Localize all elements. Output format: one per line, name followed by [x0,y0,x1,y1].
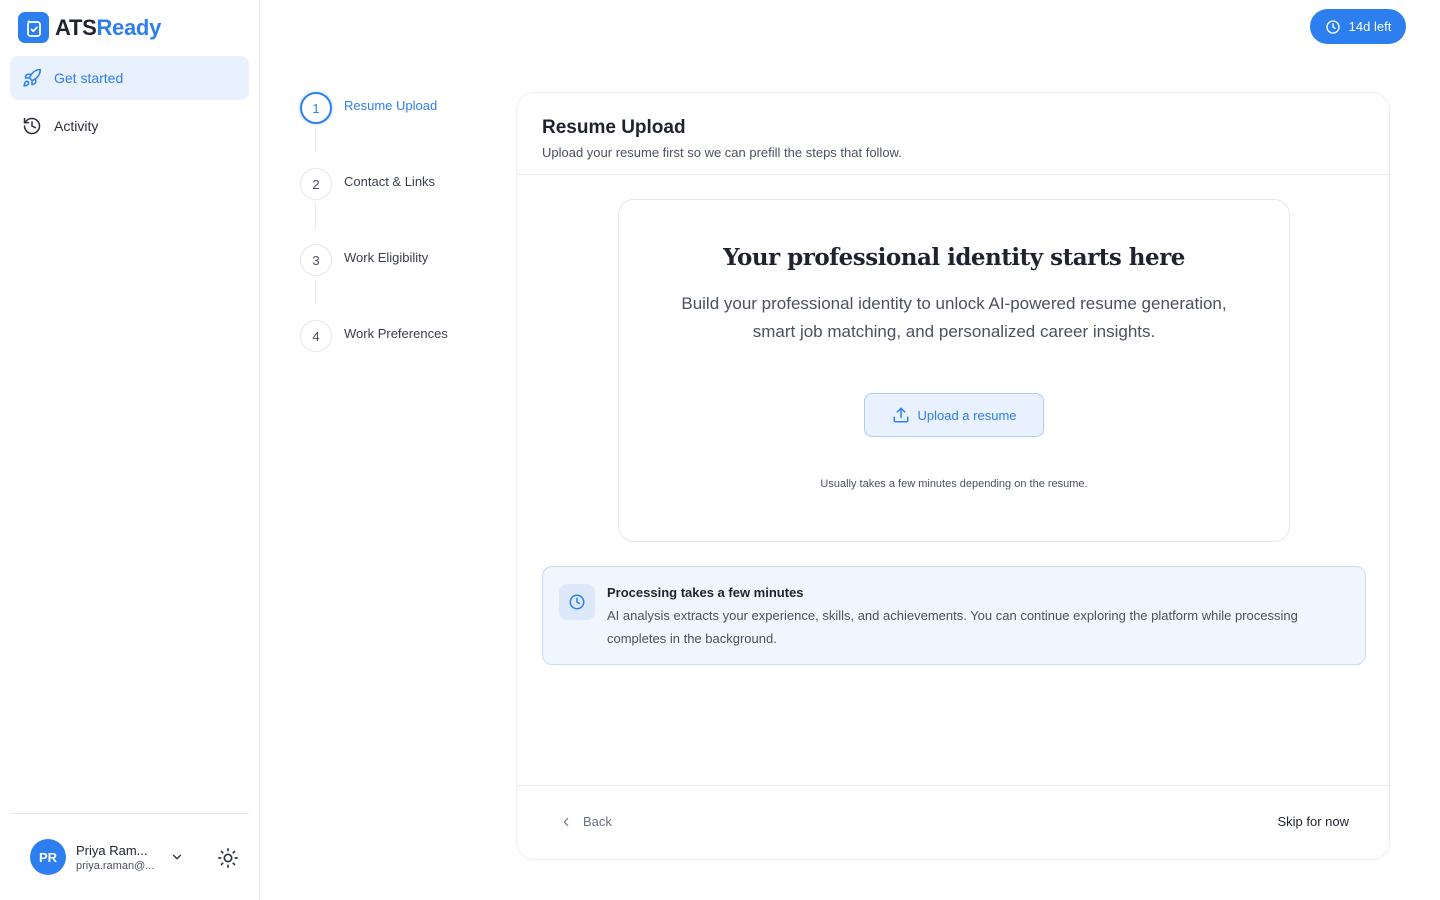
app-name: ATSReady [55,14,162,40]
history-icon [23,117,41,135]
step-connector [315,204,316,228]
user-info: Priya Ram... priya.raman@... [76,843,156,872]
upload-icon [893,407,908,423]
processing-info-banner: Processing takes a few minutes AI analys… [542,566,1366,665]
rocket-icon [23,68,42,87]
user-menu[interactable]: PR Priya Ram... priya.raman@... [30,839,184,875]
logo-mark-icon [18,12,49,43]
sidebar-nav: Get started Activity [10,56,249,152]
step-label: Work Eligibility [344,250,429,265]
info-text: AI analysis extracts your experience, sk… [607,608,1298,646]
upload-time-note: Usually takes a few minutes depending on… [820,478,1088,490]
back-label: Back [583,814,612,829]
upload-resume-button[interactable]: Upload a resume [864,393,1044,437]
sun-icon [218,848,238,868]
user-email: priya.raman@... [76,859,155,872]
chevron-left-icon [563,817,569,826]
chevron-down-icon [172,854,182,860]
info-title: Processing takes a few minutes [607,585,804,600]
trial-label: 14d left [1348,19,1392,34]
sidebar: ATSReady Get started Activity PR Priya R… [0,0,260,900]
step-label: Contact & Links [344,174,436,189]
upload-panel: Your professional identity starts here B… [618,199,1290,542]
step-number: 3 [300,244,332,276]
card-footer: Back Skip for now [517,785,1389,859]
sidebar-item-label: Activity [54,118,99,134]
step-number: 1 [300,92,332,124]
sidebar-item-label: Get started [54,70,124,86]
page-subtitle: Upload your resume first so we can prefi… [542,145,902,160]
step-label: Resume Upload [344,98,438,113]
step-contact-links[interactable]: 2 Contact & Links [300,168,500,244]
hero-title: Your professional identity starts here [723,244,1185,271]
sidebar-item-activity[interactable]: Activity [10,104,249,148]
step-resume-upload[interactable]: 1 Resume Upload [300,92,500,168]
skip-button[interactable]: Skip for now [1277,814,1349,829]
step-work-preferences[interactable]: 4 Work Preferences [300,320,500,396]
theme-toggle-button[interactable] [217,847,239,869]
app-logo[interactable]: ATSReady [18,12,161,43]
sidebar-footer: PR Priya Ram... priya.raman@... [10,813,249,900]
onboarding-stepper: 1 Resume Upload 2 Contact & Links 3 Work… [300,92,500,396]
card-header: Resume Upload Upload your resume first s… [517,93,1389,175]
clock-icon [559,584,595,620]
step-label: Work Preferences [344,326,448,341]
step-connector [315,280,316,304]
avatar: PR [30,839,66,875]
step-number: 2 [300,168,332,200]
sidebar-item-get-started[interactable]: Get started [10,56,249,100]
hero-description: Build your professional identity to unlo… [681,294,1227,341]
page-title: Resume Upload [542,117,686,138]
user-name: Priya Ram... [76,842,148,858]
back-button[interactable]: Back [559,814,612,829]
step-work-eligibility[interactable]: 3 Work Eligibility [300,244,500,320]
trial-days-badge[interactable]: 14d left [1310,9,1406,44]
clock-icon [1326,19,1340,34]
step-connector [315,128,316,152]
resume-upload-card: Resume Upload Upload your resume first s… [516,92,1390,860]
upload-button-label: Upload a resume [917,407,1017,423]
step-number: 4 [300,320,332,352]
